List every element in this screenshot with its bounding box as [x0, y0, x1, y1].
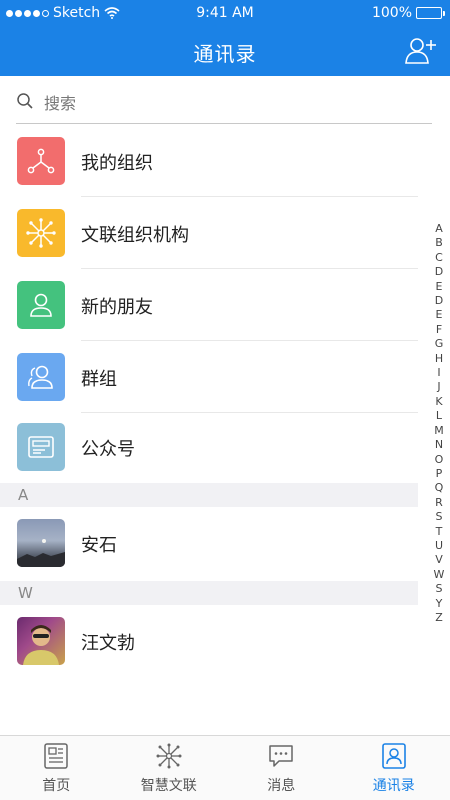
list-item-label: 我的组织	[81, 153, 153, 174]
public-account-icon	[17, 423, 65, 471]
contact-row[interactable]: 汪文勃	[0, 605, 418, 677]
list-item-label: 公众号	[81, 439, 135, 460]
index-letter[interactable]: U	[435, 539, 443, 553]
tab-label: 通讯录	[372, 778, 415, 794]
index-letter[interactable]: I	[437, 366, 440, 380]
search-input[interactable]: 搜索	[44, 90, 76, 114]
list-item-federation-orgs[interactable]: 文联组织机构	[0, 197, 418, 269]
tab-label: 智慧文联	[140, 778, 197, 794]
index-letter[interactable]: C	[435, 251, 443, 265]
list-item-my-org[interactable]: 我的组织	[0, 125, 418, 197]
hub-icon	[17, 209, 65, 257]
index-letter[interactable]: S	[436, 582, 443, 596]
index-letter[interactable]: D	[435, 294, 443, 308]
index-letter[interactable]: G	[435, 337, 444, 351]
index-letter[interactable]: P	[436, 467, 443, 481]
index-letter[interactable]: B	[435, 236, 443, 250]
index-letter[interactable]: N	[435, 438, 443, 452]
tab-home[interactable]: 首页	[0, 736, 113, 800]
list-item-label: 群组	[81, 369, 117, 390]
section-header-w: W	[0, 581, 418, 605]
index-letter[interactable]: E	[436, 280, 443, 294]
index-letter[interactable]: T	[436, 525, 443, 539]
index-letter[interactable]: L	[436, 409, 442, 423]
index-letter[interactable]: O	[435, 453, 444, 467]
tab-messages[interactable]: 消息	[225, 736, 338, 800]
list-item-new-friends[interactable]: 新的朋友	[0, 269, 418, 341]
list-item-groups[interactable]: 群组	[0, 341, 418, 413]
contact-name: 汪文勃	[81, 633, 135, 654]
home-news-icon	[44, 743, 68, 769]
group-icon	[17, 353, 65, 401]
contact-row[interactable]: 安石	[0, 507, 418, 579]
list-item-public-accounts[interactable]: 公众号	[0, 411, 418, 483]
org-tree-icon	[17, 137, 65, 185]
tab-contacts[interactable]: 通讯录	[338, 736, 450, 800]
battery-icon	[416, 7, 445, 19]
index-letter[interactable]: V	[435, 553, 443, 567]
index-letter[interactable]: S	[436, 510, 443, 524]
index-letter[interactable]: R	[435, 496, 443, 510]
index-letter[interactable]: D	[435, 265, 443, 279]
hub-icon	[156, 743, 182, 769]
add-contact-icon[interactable]	[404, 35, 438, 67]
page-title: 通讯录	[193, 42, 257, 66]
contacts-icon	[381, 743, 406, 769]
index-letter[interactable]: H	[435, 352, 443, 366]
index-letter[interactable]: F	[436, 323, 442, 337]
index-letter[interactable]: J	[437, 380, 440, 394]
index-letter[interactable]: Y	[436, 597, 443, 611]
chat-bubble-icon	[269, 745, 293, 767]
tab-bar: 首页 智慧文联 消息 通讯录	[0, 735, 450, 800]
status-bar: Sketch 9:41 AM 100%	[0, 0, 450, 26]
avatar	[17, 617, 65, 665]
search-bar[interactable]: 搜索	[16, 84, 432, 124]
alphabet-index[interactable]: A B C D E D E F G H I J K L M N O P Q R …	[432, 222, 446, 625]
tab-label: 首页	[42, 778, 71, 794]
list-item-label: 文联组织机构	[81, 225, 189, 246]
battery-status: 100%	[371, 5, 445, 21]
person-icon	[17, 281, 65, 329]
index-letter[interactable]: Z	[435, 611, 443, 625]
section-header-a: A	[0, 483, 418, 507]
avatar	[17, 519, 65, 567]
index-letter[interactable]: E	[436, 308, 443, 322]
nav-bar: 通讯录	[0, 26, 450, 76]
index-letter[interactable]: W	[434, 568, 445, 582]
contact-name: 安石	[81, 535, 117, 556]
index-letter[interactable]: K	[435, 395, 442, 409]
index-letter[interactable]: A	[435, 222, 443, 236]
tab-smart-federation[interactable]: 智慧文联	[113, 736, 226, 800]
index-letter[interactable]: M	[434, 424, 444, 438]
tab-label: 消息	[267, 778, 296, 794]
list-item-label: 新的朋友	[81, 297, 153, 318]
battery-percent: 100%	[371, 5, 412, 21]
index-letter[interactable]: Q	[435, 481, 444, 495]
search-icon	[17, 93, 33, 109]
